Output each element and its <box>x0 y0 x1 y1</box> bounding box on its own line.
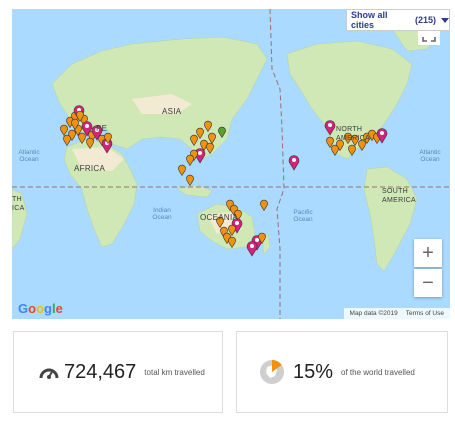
zoom-out-button[interactable]: − <box>414 269 442 297</box>
continent-label-africa: AFRICA <box>74 164 106 173</box>
fullscreen-icon <box>422 37 436 42</box>
chevron-down-icon <box>441 17 449 23</box>
show-all-cities-dropdown[interactable]: Show all cities (215) <box>346 9 450 31</box>
google-logo: Google <box>18 301 63 316</box>
google-logo-letter: o <box>36 301 45 316</box>
google-logo-letter: o <box>28 301 37 316</box>
speedometer-icon <box>39 368 59 379</box>
ocean-label-atlantic-west: Atlantic Ocean <box>18 149 40 163</box>
world-travelled-card: 15% of the world travelled <box>236 331 448 413</box>
city-pin-icon[interactable] <box>186 154 194 167</box>
google-logo-letter: g <box>44 301 52 316</box>
favourite-city-pin-icon[interactable] <box>288 155 300 171</box>
pin-heart-icon <box>198 151 202 155</box>
map-data-text: Map data ©2019 <box>349 310 398 317</box>
google-logo-letter: e <box>55 301 63 316</box>
continent-label-oceania: OCEANIA <box>200 213 239 222</box>
favourite-city-pin-icon[interactable] <box>246 241 258 257</box>
pin-heart-icon <box>85 124 89 128</box>
continent-label-south-america-left: TH ICA <box>12 196 25 212</box>
city-pin-icon[interactable] <box>60 124 68 137</box>
world-value: 15% <box>293 360 334 383</box>
pin-heart-icon <box>250 244 254 248</box>
continent-label-asia: ASIA <box>162 107 182 116</box>
pin-heart-icon <box>255 238 259 242</box>
pin-heart-icon <box>292 158 296 162</box>
ocean-label-indian: Indian Ocean <box>152 207 172 221</box>
fullscreen-button[interactable] <box>418 31 440 45</box>
world-map[interactable]: Atlantic Ocean Indian Ocean Pacific Ocea… <box>12 9 450 319</box>
show-all-label: Show all cities <box>351 10 388 30</box>
pin-heart-icon <box>380 131 384 135</box>
zoom-in-button[interactable]: + <box>414 239 442 267</box>
continent-label-europe-fragment: PE <box>96 124 108 133</box>
ocean-label-atlantic-east: Atlantic Ocean <box>419 149 441 163</box>
km-label: total km travelled <box>144 367 205 377</box>
city-pin-icon[interactable] <box>63 134 71 147</box>
world-label: of the world travelled <box>341 367 415 377</box>
terms-of-use-link[interactable]: Terms of Use <box>406 310 444 317</box>
map-attribution: Map data ©2019 Terms of Use <box>343 308 450 319</box>
google-logo-letter: G <box>18 301 29 316</box>
city-count: (215) <box>414 15 436 25</box>
km-value: 724,467 <box>64 360 137 383</box>
pin-heart-icon <box>328 123 332 127</box>
globe-progress-icon <box>260 360 284 384</box>
continent-label-north-america: NORTH AMERICA <box>336 126 370 142</box>
km-travelled-card: 724,467 total km travelled <box>13 331 223 413</box>
city-pin-icon[interactable] <box>178 164 186 177</box>
city-pin-icon[interactable] <box>186 174 194 187</box>
date-line <box>269 9 285 319</box>
south-america-landmass <box>363 166 418 272</box>
city-pin-icon[interactable] <box>260 199 268 212</box>
ocean-label-pacific: Pacific Ocean <box>293 209 313 223</box>
continent-label-south-america: SOUTH AMERICA <box>382 188 416 204</box>
